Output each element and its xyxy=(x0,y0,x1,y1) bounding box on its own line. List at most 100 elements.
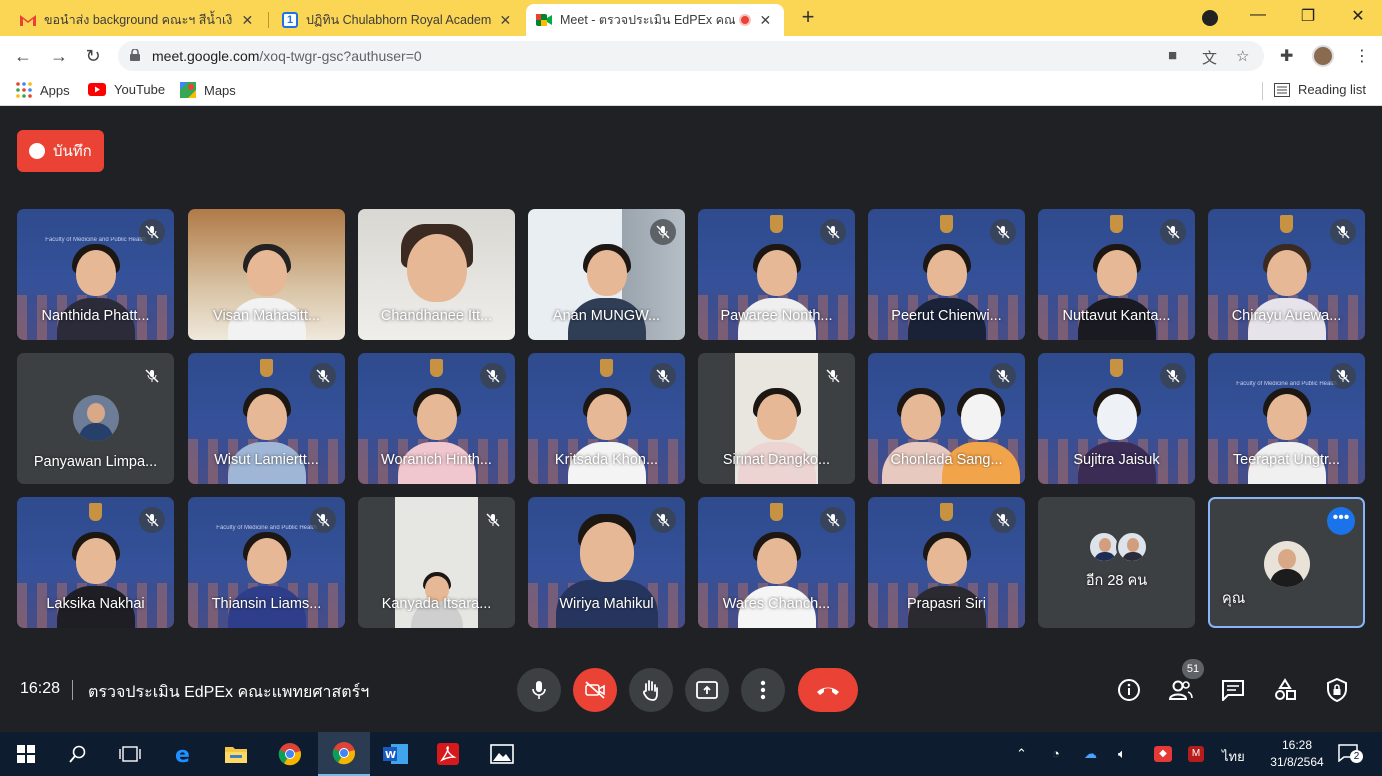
task-view-button[interactable] xyxy=(104,732,156,776)
crest-logo xyxy=(89,503,102,521)
volume-icon[interactable]: 🔈︎ xyxy=(1118,746,1126,762)
new-tab-button[interactable]: + xyxy=(796,6,820,30)
close-icon[interactable]: ✕ xyxy=(757,12,774,29)
tab-gmail[interactable]: ขอนำส่ง background คณะฯ สีน้ำเงิน ✕ xyxy=(10,4,266,36)
record-button[interactable]: บันทึก xyxy=(17,130,104,172)
participant-tile[interactable]: Faculty of Medicine and Public Health Te… xyxy=(1208,353,1365,484)
participant-tile[interactable]: Woranich Hinth... xyxy=(358,353,515,484)
reading-list-icon xyxy=(1274,82,1290,97)
extensions-icon[interactable]: ✚ xyxy=(1280,46,1293,66)
participant-tile[interactable]: Visan Mahasitt... xyxy=(188,209,345,340)
participant-name: Panyawan Limpa... xyxy=(33,454,158,470)
taskbar-chrome[interactable] xyxy=(264,732,316,776)
minimize-icon[interactable]: — xyxy=(1246,6,1270,24)
participant-tile[interactable]: Faculty of Medicine and Public Health Th… xyxy=(188,497,345,628)
participant-tile[interactable]: Anan MUNGW... xyxy=(528,209,685,340)
window-close-icon[interactable]: ✕ xyxy=(1346,6,1370,26)
mic-off-icon xyxy=(650,507,676,533)
camera-button[interactable] xyxy=(573,668,617,712)
participant-tile[interactable]: Wisut Lamiertt... xyxy=(188,353,345,484)
host-controls-button[interactable] xyxy=(1323,676,1351,704)
more-options-button[interactable] xyxy=(741,668,785,712)
bookmark-maps[interactable]: Maps xyxy=(180,82,236,98)
more-participants-tile[interactable]: อีก 28 คน xyxy=(1038,497,1195,628)
participant-tile[interactable]: Kanyada Itsara... xyxy=(358,497,515,628)
taskbar-acrobat[interactable] xyxy=(422,732,474,776)
taskbar-word[interactable]: W xyxy=(370,732,422,776)
forward-icon[interactable]: → xyxy=(48,45,70,67)
participant-tile[interactable]: Kritsada Khon... xyxy=(528,353,685,484)
tab-meet[interactable]: Meet - ตรวจประเมิน EdPEx คณะ ✕ xyxy=(526,4,784,36)
system-clock[interactable]: 16:28 31/8/2564 xyxy=(1262,737,1332,771)
profile-avatar[interactable] xyxy=(1312,45,1334,67)
bookmark-youtube[interactable]: YouTube xyxy=(88,82,165,97)
participant-tile[interactable]: Sujitra Jaisuk xyxy=(1038,353,1195,484)
taskbar-file-explorer[interactable] xyxy=(210,732,262,776)
anydesk-icon[interactable]: ◆ xyxy=(1154,746,1172,762)
taskbar-edge[interactable]: e xyxy=(158,732,210,776)
participant-tile[interactable]: Chonlada Sang... xyxy=(868,353,1025,484)
bookmark-apps[interactable]: Apps xyxy=(16,82,70,98)
search-button[interactable] xyxy=(52,732,104,776)
chevron-up-icon[interactable]: ⌃ xyxy=(1016,746,1027,762)
participant-name: Nuttavut Kanta... xyxy=(1062,308,1171,324)
close-icon[interactable]: ✕ xyxy=(239,12,256,29)
chrome-icon xyxy=(332,742,356,765)
participant-tile[interactable]: Chirayu Auewa... xyxy=(1208,209,1365,340)
crest-logo xyxy=(430,359,443,377)
menu-icon[interactable]: ⋮ xyxy=(1354,46,1370,66)
participant-tile[interactable]: Sirinat Dangko... xyxy=(698,353,855,484)
raise-hand-button[interactable] xyxy=(629,668,673,712)
reading-list-button[interactable]: Reading list xyxy=(1274,82,1366,97)
meeting-details-button[interactable] xyxy=(1115,676,1143,704)
wifi-icon[interactable]: ◔ xyxy=(1052,746,1060,761)
chat-button[interactable] xyxy=(1219,676,1247,704)
meeting-clock: 16:28 xyxy=(20,680,61,697)
star-icon[interactable]: ☆ xyxy=(1236,47,1249,65)
present-screen-button[interactable] xyxy=(685,668,729,712)
participant-tile[interactable]: Wiriya Mahikul xyxy=(528,497,685,628)
crest-logo xyxy=(770,215,783,233)
taskbar-chrome-active[interactable] xyxy=(318,732,370,776)
camera-icon[interactable]: ■ xyxy=(1168,47,1177,64)
notification-center-button[interactable]: 2 xyxy=(1338,744,1363,764)
self-tile[interactable]: ••• คุณ xyxy=(1208,497,1365,628)
restore-icon[interactable]: ❐ xyxy=(1296,6,1320,26)
reload-icon[interactable]: ↻ xyxy=(82,45,104,67)
participant-tile[interactable]: Pawaree Nonth... xyxy=(698,209,855,340)
participant-video xyxy=(734,530,820,628)
gmail-icon xyxy=(20,12,36,28)
edge-icon: e xyxy=(175,743,190,765)
back-icon[interactable]: ← xyxy=(12,45,34,67)
participant-name: Chandhanee Itt... xyxy=(380,308,493,324)
antivirus-icon[interactable]: M xyxy=(1188,746,1204,762)
meet-stage: บันทึก Faculty of Medicine and Public He… xyxy=(0,106,1382,732)
microphone-button[interactable] xyxy=(517,668,561,712)
participant-tile[interactable]: Wares Chanch... xyxy=(698,497,855,628)
tab-calendar[interactable]: 1 ปฏิทิน Chulabhorn Royal Academy ✕ xyxy=(272,4,524,36)
participant-tile[interactable]: Prapasri Siri xyxy=(868,497,1025,628)
participant-tile[interactable]: Laksika Nakhai xyxy=(17,497,174,628)
close-icon[interactable]: ✕ xyxy=(497,12,514,29)
activities-button[interactable] xyxy=(1271,676,1299,704)
onedrive-icon[interactable]: ☁ xyxy=(1084,746,1097,762)
start-button[interactable] xyxy=(0,732,52,776)
participant-video xyxy=(564,386,650,484)
bookmarks-separator xyxy=(1262,82,1263,100)
taskbar-photos[interactable] xyxy=(476,732,528,776)
participant-tile[interactable]: Nuttavut Kanta... xyxy=(1038,209,1195,340)
language-indicator[interactable]: ไทย xyxy=(1222,746,1245,767)
participant-tile[interactable]: Faculty of Medicine and Public Health Na… xyxy=(17,209,174,340)
tab-title: ขอนำส่ง background คณะฯ สีน้ำเงิน xyxy=(44,13,233,27)
more-options-icon[interactable]: ••• xyxy=(1327,507,1355,535)
participant-tile[interactable]: Peerut Chienwi... xyxy=(868,209,1025,340)
tab-search-icon[interactable] xyxy=(1202,10,1218,26)
participant-name: Chonlada Sang... xyxy=(890,452,1003,468)
people-button[interactable] xyxy=(1167,676,1195,704)
address-bar[interactable]: meet.google.com/xoq-twgr-gsc?authuser=0 … xyxy=(118,41,1264,71)
translate-icon[interactable]: 文 xyxy=(1202,47,1217,68)
participant-video xyxy=(1074,242,1160,340)
participant-tile[interactable]: Chandhanee Itt... xyxy=(358,209,515,340)
leave-call-button[interactable] xyxy=(798,668,858,712)
participant-tile[interactable]: Panyawan Limpa... xyxy=(17,353,174,484)
